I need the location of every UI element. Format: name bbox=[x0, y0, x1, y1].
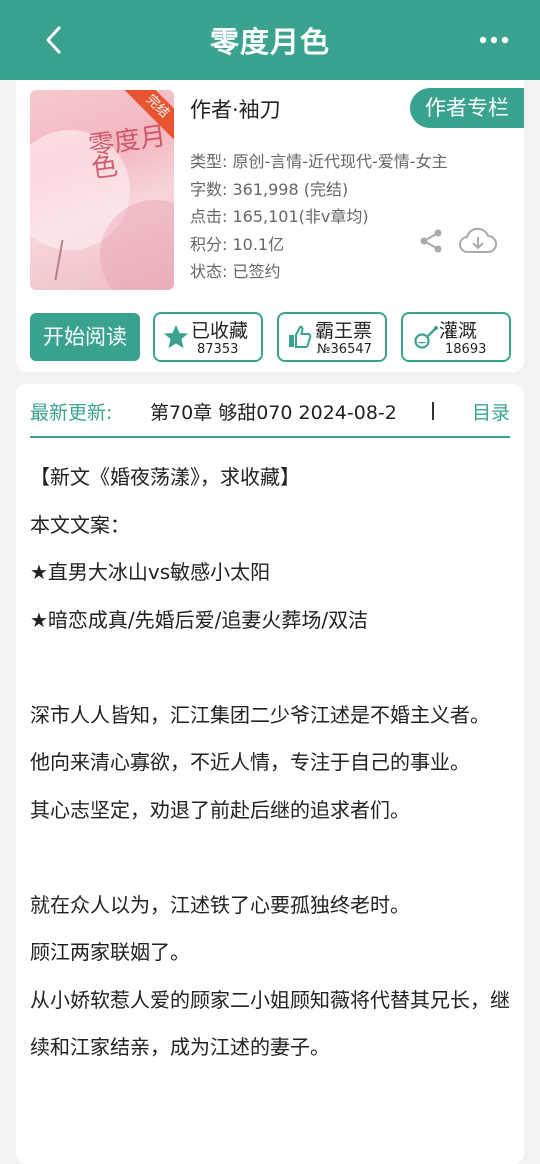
book-cover[interactable]: 零度月色 完结 bbox=[30, 90, 174, 290]
separator bbox=[432, 402, 434, 420]
ticket-count: №36547 bbox=[317, 342, 372, 357]
synopsis-line: 他向来清心寡欲，不近人情，专注于自己的事业。 bbox=[30, 750, 470, 774]
synopsis-line: 就在众人以为，江述铁了心要孤独终老时。 bbox=[30, 892, 410, 917]
click-count: 点击: 165,101(非v章均) bbox=[190, 207, 369, 226]
favorite-count: 87353 bbox=[197, 342, 239, 357]
synopsis-line: 深市人人皆知，汇江集团二少爷江述是不婚主义者。 bbox=[30, 702, 490, 727]
favorite-button[interactable]: 已收藏 87353 bbox=[153, 312, 263, 362]
book-info-card: 零度月色 完结 作者·袖刀 作者专栏 类型: 原创-言情-近代现代-爱情-女主 … bbox=[16, 80, 524, 372]
word-count: 字数: 361,998 (完结) bbox=[190, 179, 349, 199]
book-meta: 类型: 原创-言情-近代现代-爱情-女主 字数: 361,998 (完结) 点击… bbox=[190, 148, 448, 286]
cloud-download-icon bbox=[459, 227, 497, 253]
favorite-label: 已收藏 bbox=[191, 320, 249, 342]
cover-title-art: 零度月色 bbox=[86, 121, 169, 185]
description-card: 最新更新: 第70章 够甜070 2024-08-2 目录 【新文《婚夜荡漾》，… bbox=[16, 384, 524, 1164]
thumbs-up-icon bbox=[289, 325, 312, 348]
synopsis-line: ★暗恋成真/先婚后爱/追妻火葬场/双洁 bbox=[30, 607, 369, 632]
synopsis-line: 顾江两家联姻了。 bbox=[30, 940, 190, 964]
divider bbox=[30, 436, 510, 438]
watering-count: 18693 bbox=[445, 342, 487, 357]
star-icon bbox=[164, 325, 188, 348]
watering-label: 灌溉 bbox=[439, 320, 478, 342]
latest-chapter[interactable]: 第70章 够甜070 2024-08-2 bbox=[150, 398, 424, 425]
synopsis-line bbox=[30, 644, 512, 692]
share-download-row bbox=[418, 226, 498, 256]
ticket-button[interactable]: 霸王票 №36547 bbox=[277, 312, 387, 362]
book-type: 类型: 原创-言情-近代现代-爱情-女主 bbox=[190, 152, 448, 171]
synopsis-line bbox=[30, 834, 512, 882]
watering-button[interactable]: 灌溉 18693 bbox=[401, 312, 511, 362]
synopsis-line: 本文文案： bbox=[30, 512, 130, 537]
synopsis: 【新文《婚夜荡漾》，求收藏】 本文文案： ★直男大冰山vs敏感小太阳 ★暗恋成真… bbox=[30, 454, 512, 1072]
watering-can-icon bbox=[414, 326, 438, 349]
synopsis-line: 从小娇软惹人爱的顾家二小姐顾知薇将代替其兄长，继续和江家结亲，成为江述的妻子。 bbox=[30, 987, 510, 1060]
author-column-button[interactable]: 作者专栏 bbox=[410, 88, 524, 128]
points: 积分: 10.1亿 bbox=[190, 234, 285, 254]
page-title: 零度月色 bbox=[209, 25, 330, 59]
back-button[interactable] bbox=[36, 22, 72, 58]
author-name[interactable]: 作者·袖刀 bbox=[190, 94, 281, 124]
top-bar: 零度月色 bbox=[0, 0, 540, 80]
synopsis-line: 其心志坚定，劝退了前赴后继的追求者们。 bbox=[30, 797, 410, 822]
share-button[interactable] bbox=[418, 228, 444, 254]
synopsis-line: 【新文《婚夜荡漾》，求收藏】 bbox=[30, 465, 300, 489]
latest-update-row[interactable]: 最新更新: 第70章 够甜070 2024-08-2 目录 bbox=[30, 398, 510, 428]
download-button[interactable] bbox=[458, 226, 498, 256]
start-reading-button[interactable]: 开始阅读 bbox=[30, 313, 140, 361]
synopsis-line: ★直男大冰山vs敏感小太阳 bbox=[30, 560, 271, 584]
sign-status: 状态: 已签约 bbox=[190, 262, 281, 281]
chevron-left-icon bbox=[46, 26, 61, 54]
share-icon bbox=[420, 229, 442, 253]
more-horizontal-icon bbox=[479, 36, 509, 44]
table-of-contents-link[interactable]: 目录 bbox=[472, 398, 510, 425]
ticket-label: 霸王票 bbox=[315, 320, 373, 342]
more-button[interactable] bbox=[474, 25, 514, 55]
latest-update-label: 最新更新: bbox=[30, 402, 113, 424]
